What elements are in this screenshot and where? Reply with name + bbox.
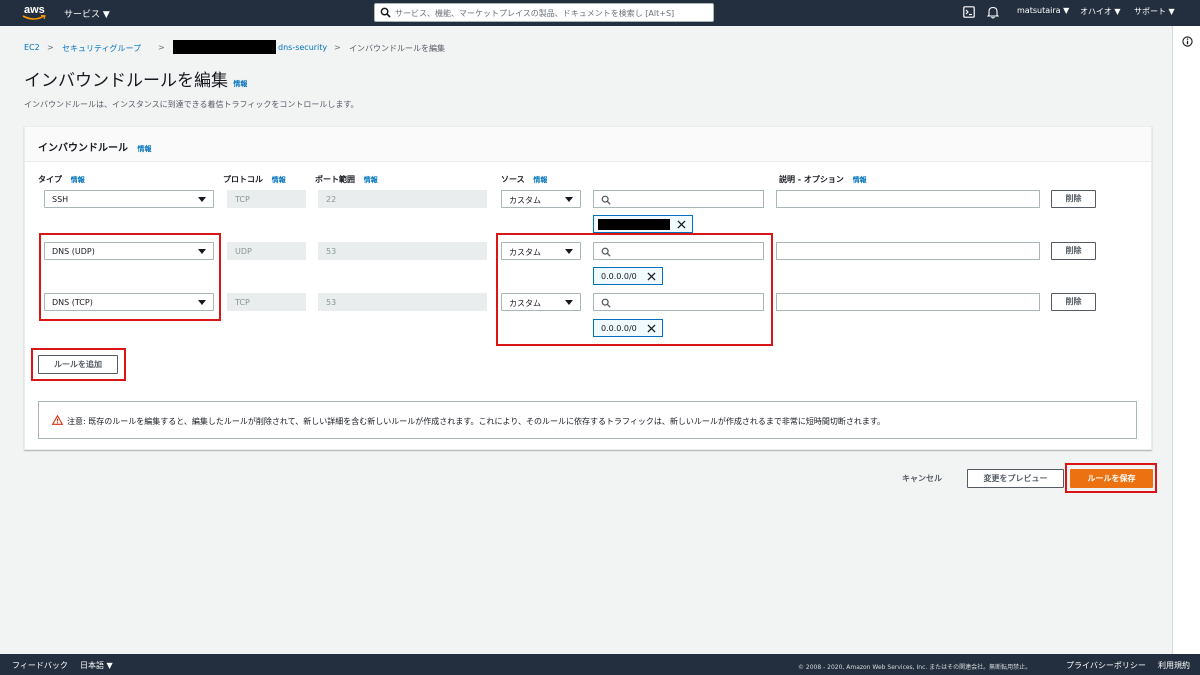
column-label-text: ソース <box>501 175 525 184</box>
help-panel-rail <box>1172 26 1200 654</box>
panel-info-link[interactable]: 情報 <box>137 145 151 153</box>
column-label-description: 説明 - オプション 情報 <box>779 174 867 185</box>
cancel-button[interactable]: キャンセル <box>902 473 942 484</box>
select-value: SSH <box>52 195 69 204</box>
rule-3-port-range: 53 <box>318 293 487 311</box>
region-menu[interactable]: オハイオ ▼ <box>1080 6 1121 17</box>
panel-header: インバウンドルール 情報 <box>25 127 1151 162</box>
account-menu[interactable]: matsutaira ▼ <box>1017 6 1069 15</box>
breadcrumb-separator: > <box>47 43 54 52</box>
column-label-port: ポート範囲 情報 <box>315 174 378 185</box>
rule-3-description-input[interactable] <box>776 293 1040 311</box>
column-info-link[interactable]: 情報 <box>272 176 286 184</box>
rule-2-description-input[interactable] <box>776 242 1040 260</box>
services-menu[interactable]: サービス ▼ <box>64 7 110 20</box>
port-value: 53 <box>326 298 337 307</box>
annotation-highlight-type <box>39 233 221 321</box>
column-info-link[interactable]: 情報 <box>853 176 867 184</box>
panel-title-text: インバウンドルール <box>38 143 128 154</box>
rule-1-description-input[interactable] <box>776 190 1040 208</box>
protocol-value: TCP <box>235 298 250 307</box>
panel-title: インバウンドルール 情報 <box>38 139 151 154</box>
search-placeholder: サービス、機能、マーケットプレイスの製品、ドキュメントを検索し [Alt+S] <box>395 9 675 18</box>
breadcrumb-security-groups[interactable]: セキュリティグループ <box>62 43 141 54</box>
save-rules-button[interactable]: ルールを保存 <box>1070 469 1153 488</box>
column-label-text: タイプ <box>38 175 62 184</box>
preview-changes-button[interactable]: 変更をプレビュー <box>967 469 1064 488</box>
column-label-text: 説明 - オプション <box>779 175 844 184</box>
rule-1-source-token <box>593 215 693 233</box>
redacted-source <box>598 219 670 230</box>
rule-1-type-select[interactable]: SSH <box>44 190 214 208</box>
top-navigation-bar: aws サービス ▼ サービス、機能、マーケットプレイスの製品、ドキュメントを検… <box>0 0 1200 26</box>
column-info-link[interactable]: 情報 <box>533 176 547 184</box>
caret-down-icon <box>198 197 206 202</box>
rule-3-protocol: TCP <box>227 293 306 311</box>
column-info-link[interactable]: 情報 <box>364 176 378 184</box>
privacy-policy-link[interactable]: プライバシーポリシー <box>1066 660 1146 671</box>
search-icon <box>380 7 391 18</box>
breadcrumb-separator: > <box>158 43 165 52</box>
breadcrumb-ec2[interactable]: EC2 <box>24 43 40 52</box>
annotation-highlight-source <box>496 233 773 346</box>
annotation-highlight-add-rule <box>31 348 126 381</box>
rule-2-delete-button[interactable]: 削除 <box>1051 242 1096 260</box>
warning-message: 注意: 既存のルールを編集すると、編集したルールが削除されて、新しい詳細を含む新… <box>67 417 886 426</box>
column-label-text: ポート範囲 <box>315 175 355 184</box>
rule-1-source-search-input[interactable] <box>593 190 764 208</box>
warning-alert: 注意: 既存のルールを編集すると、編集したルールが削除されて、新しい詳細を含む新… <box>38 401 1137 439</box>
warning-icon <box>52 415 63 425</box>
info-icon[interactable] <box>1182 36 1193 47</box>
port-value: 22 <box>326 195 337 204</box>
copyright-text: © 2008 - 2020, Amazon Web Services, Inc.… <box>798 664 1032 671</box>
column-label-protocol: プロトコル 情報 <box>223 174 286 185</box>
protocol-value: UDP <box>235 247 252 256</box>
column-label-type: タイプ 情報 <box>38 174 85 185</box>
column-label-text: プロトコル <box>223 175 263 184</box>
cloudshell-icon[interactable] <box>963 6 975 18</box>
page-title-text: インバウンドルールを編集 <box>24 71 228 91</box>
rule-2-protocol: UDP <box>227 242 306 260</box>
select-value: カスタム <box>509 196 541 205</box>
support-menu[interactable]: サポート ▼ <box>1134 6 1175 17</box>
footer: フィードバック 日本語 ▼ © 2008 - 2020, Amazon Web … <box>0 654 1200 675</box>
page-title: インバウンドルールを編集 情報 <box>24 66 247 91</box>
bell-icon[interactable] <box>987 6 999 19</box>
rule-1-delete-button[interactable]: 削除 <box>1051 190 1096 208</box>
close-icon[interactable] <box>677 220 686 229</box>
rule-1-port-range: 22 <box>318 190 487 208</box>
aws-smile-icon <box>22 15 46 20</box>
rule-2-port-range: 53 <box>318 242 487 260</box>
feedback-link[interactable]: フィードバック <box>12 660 68 671</box>
search-icon <box>601 195 611 205</box>
redacted-sg-id <box>173 40 276 54</box>
global-search-input[interactable]: サービス、機能、マーケットプレイスの製品、ドキュメントを検索し [Alt+S] <box>374 3 714 22</box>
rule-1-source-type-select[interactable]: カスタム <box>501 190 581 208</box>
column-info-link[interactable]: 情報 <box>71 176 85 184</box>
aws-logo[interactable]: aws <box>22 3 52 23</box>
terms-link[interactable]: 利用規約 <box>1158 660 1190 671</box>
protocol-value: TCP <box>235 195 250 204</box>
rule-3-delete-button[interactable]: 削除 <box>1051 293 1096 311</box>
breadcrumb-security-group[interactable]: dns-security <box>278 43 327 52</box>
column-label-source: ソース 情報 <box>501 174 547 185</box>
rule-1-protocol: TCP <box>227 190 306 208</box>
page-info-link[interactable]: 情報 <box>233 80 247 88</box>
breadcrumb-separator: > <box>334 43 341 52</box>
port-value: 53 <box>326 247 337 256</box>
language-selector[interactable]: 日本語 ▼ <box>80 660 113 671</box>
breadcrumb-current: インバウンドルールを編集 <box>349 44 445 53</box>
page-description: インバウンドルールは、インスタンスに到達できる着信トラフィックをコントロールしま… <box>24 100 359 109</box>
caret-down-icon <box>565 197 573 202</box>
